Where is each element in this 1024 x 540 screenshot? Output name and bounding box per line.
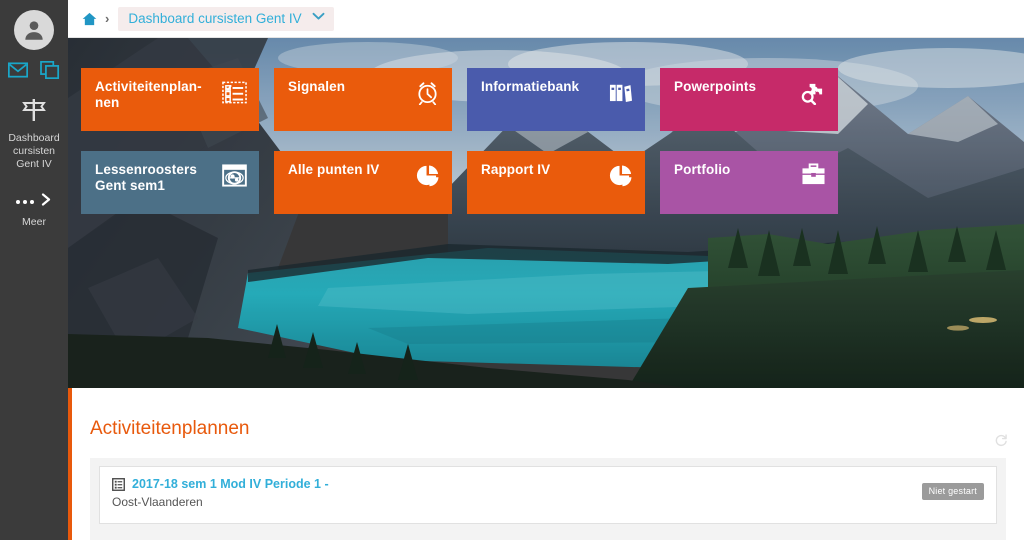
tile-label: Alle punten IV: [288, 162, 380, 177]
tile-activiteitenplannen[interactable]: Activiteitenplan- nen: [81, 68, 259, 131]
list-item-link[interactable]: 2017-18 sem 1 Mod IV Periode 1 -: [132, 477, 329, 491]
activiteitenplannen-list: 2017-18 sem 1 Mod IV Periode 1 - Oost-Vl…: [90, 458, 1006, 540]
browser-globe-icon: [222, 163, 247, 188]
pie-chart-icon: [608, 163, 633, 188]
tile-label: Powerpoints: [674, 79, 757, 94]
breadcrumb-bar: › Dashboard cursisten Gent IV: [68, 0, 1024, 38]
tile-signalen[interactable]: Signalen: [274, 68, 452, 131]
ellipsis-icon: [16, 200, 34, 204]
sidebar-item-dashboard-cursisten-gent-iv[interactable]: Dashboard cursisten Gent IV: [0, 97, 68, 171]
checklist-icon: [222, 80, 247, 105]
content-accent-stripe: [68, 388, 72, 540]
list-item-subtitle: Oost-Vlaanderen: [112, 495, 203, 509]
tile-label: Signalen: [288, 79, 346, 94]
sidebar-item-label: Dashboard cursisten Gent IV: [8, 132, 60, 170]
breadcrumb-current-page[interactable]: Dashboard cursisten Gent IV: [118, 6, 334, 31]
refresh-icon[interactable]: [994, 433, 1008, 452]
tile-informatiebank[interactable]: Informatiebank: [467, 68, 645, 131]
mail-icon[interactable]: [8, 62, 28, 78]
tile-grid: Activiteitenplan- nen Signalen Informati…: [81, 68, 838, 214]
sidebar-quick-icons: [8, 61, 60, 79]
breadcrumb-separator: ›: [105, 11, 110, 26]
tile-label: Portfolio: [674, 162, 731, 177]
copy-icon[interactable]: [40, 61, 60, 79]
avatar[interactable]: [14, 10, 54, 50]
chevron-right-icon: [41, 193, 52, 211]
tile-label: Activiteitenplan- nen: [95, 79, 202, 110]
dashboard-page: Dashboard cursisten Gent IV Meer › Dashb…: [0, 0, 1024, 540]
tile-label: Lessenroosters Gent sem1: [95, 162, 197, 193]
tile-label: Rapport IV: [481, 162, 551, 177]
alarm-clock-icon: [415, 80, 440, 105]
tile-alle-punten-iv[interactable]: Alle punten IV: [274, 151, 452, 214]
tile-lessenroosters-gent-sem1[interactable]: Lessenroosters Gent sem1: [81, 151, 259, 214]
tile-rapport-iv[interactable]: Rapport IV: [467, 151, 645, 214]
home-icon[interactable]: [82, 12, 97, 26]
status-badge: Niet gestart: [921, 483, 984, 500]
tile-portfolio[interactable]: Portfolio: [660, 151, 838, 214]
page-title: Activiteitenplannen: [90, 418, 250, 439]
chevron-down-icon[interactable]: [312, 12, 325, 24]
tile-powerpoints[interactable]: Powerpoints: [660, 68, 838, 131]
books-icon: [608, 80, 633, 103]
sidebar-more-label: Meer: [22, 216, 46, 228]
activiteitenplannen-panel: Activiteitenplannen 2017-18 sem 1 Mod IV…: [72, 388, 1024, 540]
signpost-icon: [21, 97, 47, 128]
pie-chart-icon: [415, 163, 440, 188]
breadcrumb-label: Dashboard cursisten Gent IV: [128, 10, 302, 26]
left-sidebar: Dashboard cursisten Gent IV Meer: [0, 0, 68, 540]
hero-banner: Activiteitenplan- nen Signalen Informati…: [68, 38, 1024, 388]
puzzle-search-icon: [799, 80, 826, 105]
sidebar-more-button[interactable]: Meer: [16, 193, 52, 228]
list-item[interactable]: 2017-18 sem 1 Mod IV Periode 1 - Oost-Vl…: [99, 466, 997, 524]
tile-label: Informatiebank: [481, 79, 580, 94]
document-list-icon: [112, 477, 125, 491]
briefcase-icon: [801, 163, 826, 186]
